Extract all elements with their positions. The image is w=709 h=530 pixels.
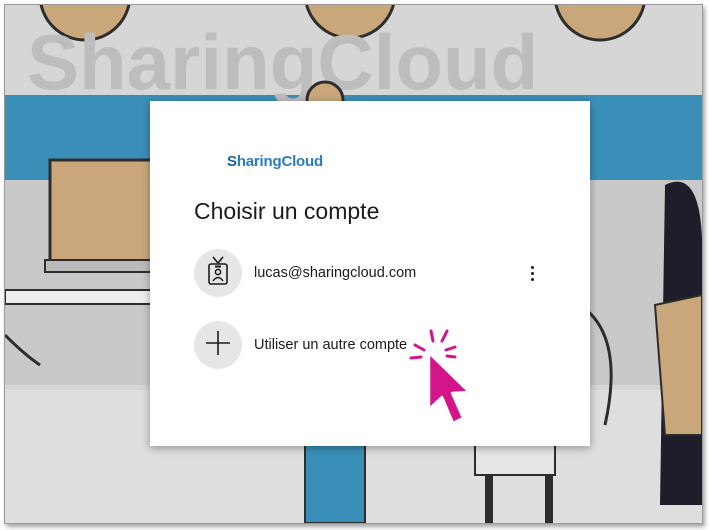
background-brand-text: SharingCloud	[27, 18, 538, 106]
id-badge-icon	[207, 255, 229, 291]
sharingcloud-logo: SharingCloud	[227, 150, 323, 172]
more-vertical-icon	[530, 265, 534, 269]
logo-text: SharingCloud	[227, 152, 323, 170]
account-email: lucas@sharingcloud.com	[254, 265, 417, 281]
more-vertical-icon-dot	[530, 277, 534, 281]
more-vertical-icon-dot	[530, 271, 534, 275]
add-account-circle	[194, 321, 242, 369]
account-row[interactable]: lucas@sharingcloud.com	[194, 248, 554, 298]
account-picker-dialog: SharingCloud Choisir un compte lucas@sha…	[150, 101, 590, 446]
use-another-account-label: Utiliser un autre compte	[254, 337, 408, 353]
screenshot-frame: SharingCloud SharingCloud Choisir un com…	[4, 4, 703, 524]
dialog-title: Choisir un compte	[194, 198, 380, 224]
plus-icon	[205, 330, 231, 361]
use-another-account-button[interactable]: Utiliser un autre compte	[194, 320, 554, 370]
account-avatar	[194, 249, 242, 297]
more-options-button[interactable]	[522, 260, 542, 286]
